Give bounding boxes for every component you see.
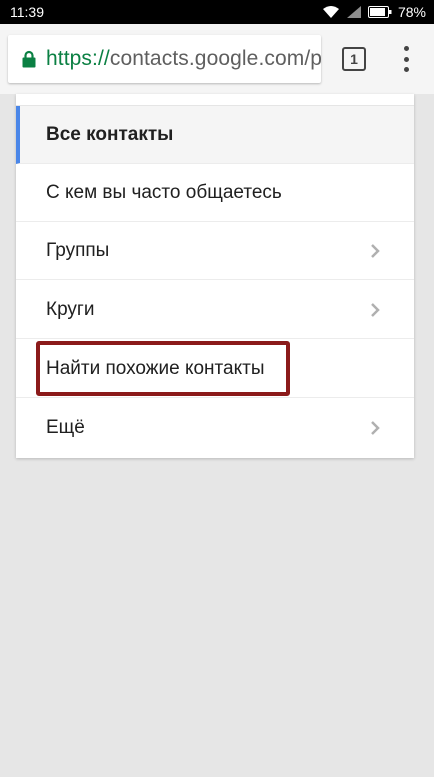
browser-toolbar: https://contacts.google.com/p 1 — [0, 24, 434, 94]
battery-icon — [367, 6, 392, 18]
status-bar: 11:39 78% — [0, 0, 434, 24]
nav-item-more[interactable]: Ещё — [16, 399, 414, 457]
url-scheme: https:// — [46, 47, 110, 70]
navigation-menu-card: Все контакты С кем вы часто общаетесь Гр… — [16, 94, 414, 458]
card-top-strip — [16, 94, 414, 106]
nav-item-circles[interactable]: Круги — [16, 281, 414, 339]
nav-item-label: Круги — [46, 298, 95, 320]
nav-item-label: Все контакты — [46, 123, 174, 145]
nav-item-groups[interactable]: Группы — [16, 222, 414, 280]
nav-item-label: С кем вы часто общаетесь — [46, 181, 282, 203]
chevron-right-icon — [371, 243, 380, 258]
nav-item-label: Группы — [46, 239, 110, 261]
nav-item-all-contacts[interactable]: Все контакты — [16, 106, 414, 164]
status-icons: 78% — [322, 4, 426, 20]
nav-item-find-duplicates[interactable]: Найти похожие контакты — [16, 340, 414, 398]
status-time: 11:39 — [10, 4, 44, 20]
url-text: https://contacts.google.com/p — [46, 47, 321, 71]
dot — [403, 46, 409, 51]
chevron-right-icon — [371, 302, 380, 317]
dot — [403, 56, 409, 62]
tab-switcher-button[interactable]: 1 — [342, 47, 366, 71]
nav-item-frequently-contacted[interactable]: С кем вы часто общаетесь — [16, 164, 414, 222]
dot — [403, 67, 409, 72]
address-bar[interactable]: https://contacts.google.com/p — [8, 35, 321, 83]
nav-item-label: Найти похожие контакты — [46, 357, 265, 379]
tab-count: 1 — [350, 51, 358, 67]
page-content: Все контакты С кем вы часто общаетесь Гр… — [0, 94, 434, 777]
chevron-right-icon — [371, 421, 380, 435]
battery-percent: 78% — [397, 4, 426, 20]
overflow-menu-button[interactable] — [396, 44, 416, 74]
wifi-icon — [322, 6, 339, 18]
lock-icon — [22, 50, 36, 68]
url-host: contacts.google.com/p — [109, 47, 321, 70]
nav-item-label: Ещё — [46, 417, 85, 438]
signal-icon — [346, 6, 361, 18]
